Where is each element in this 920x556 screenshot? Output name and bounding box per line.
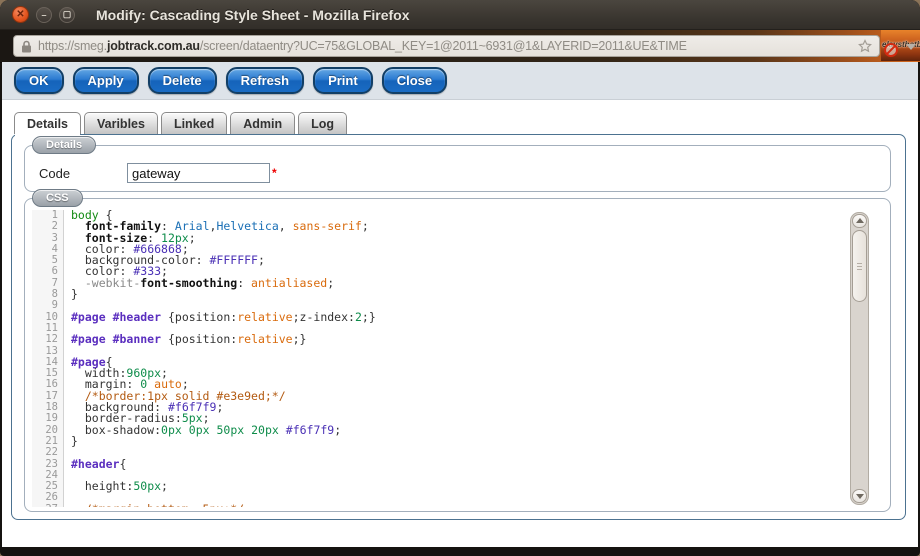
line-number: 27 (32, 504, 58, 507)
editor-scrollbar[interactable] (850, 212, 869, 505)
url-text: https://smeg.jobtrack.com.au/screen/data… (38, 39, 852, 53)
code-line: #page #header {position:relative;z-index… (71, 312, 883, 323)
tab-admin[interactable]: Admin (230, 112, 295, 134)
url-bar[interactable]: https://smeg.jobtrack.com.au/screen/data… (13, 35, 880, 57)
lock-icon (21, 40, 32, 53)
code-line (71, 447, 883, 458)
window-title: Modify: Cascading Style Sheet - Mozilla … (96, 7, 410, 23)
tab-details[interactable]: Details (14, 112, 81, 134)
line-number: 2 (32, 221, 58, 232)
action-toolbar: OK Apply Delete Refresh Print Close (2, 62, 918, 100)
details-fieldset: Details Code * (24, 145, 891, 192)
code-field-row: Code * (39, 163, 880, 183)
code-line: } (71, 289, 883, 300)
css-fieldset: CSS 123456789101112131415161718192021222… (24, 198, 891, 512)
tab-varibles[interactable]: Varibles (84, 112, 158, 134)
code-line: #page{ (71, 357, 883, 368)
tab-linked[interactable]: Linked (161, 112, 227, 134)
delete-button[interactable]: Delete (148, 67, 217, 94)
url-domain: jobtrack.com.au (107, 39, 200, 53)
scroll-up-arrow-icon[interactable] (852, 214, 867, 228)
line-number: 22 (32, 447, 58, 458)
code-line: box-shadow:0px 0px 50px 20px #f6f7f9; (71, 425, 883, 436)
line-number: 12 (32, 334, 58, 345)
persona-theme-area: elaysthatbite (881, 30, 920, 61)
scroll-down-arrow-icon[interactable] (852, 489, 867, 503)
apply-button[interactable]: Apply (73, 67, 139, 94)
navigation-bar: https://smeg.jobtrack.com.au/screen/data… (0, 30, 920, 63)
tab-log[interactable]: Log (298, 112, 347, 134)
line-number: 19 (32, 413, 58, 424)
code-line: background-color: #FFFFFF; (71, 255, 883, 266)
window-minimize-icon[interactable]: – (36, 7, 52, 23)
code-lines: body { font-family: Arial,Helvetica, san… (64, 210, 883, 507)
ok-button[interactable]: OK (14, 67, 64, 94)
details-panel: Details Code * CSS 123456789101112131415… (11, 134, 906, 520)
code-line: font-size: 12px; (71, 233, 883, 244)
line-number: 9 (32, 300, 58, 311)
chevron-down-icon[interactable] (906, 44, 916, 50)
url-path: /screen/dataentry?UC=75&GLOBAL_KEY=1@201… (200, 39, 687, 53)
code-line: /*margin-bottom: 5px;*/ (71, 504, 883, 507)
css-code-editor[interactable]: 1234567891011121314151617181920212223242… (32, 210, 883, 507)
print-button[interactable]: Print (313, 67, 373, 94)
code-line (71, 470, 883, 481)
close-button[interactable]: Close (382, 67, 447, 94)
details-legend: Details (32, 136, 96, 154)
line-number-gutter: 1234567891011121314151617181920212223242… (32, 210, 64, 507)
css-legend: CSS (32, 189, 83, 207)
bookmark-star-icon[interactable] (858, 39, 872, 53)
code-line: width:960px; (71, 368, 883, 379)
title-bar: ✕ – ▢ Modify: Cascading Style Sheet - Mo… (0, 0, 920, 30)
code-line: #header{ (71, 459, 883, 470)
page-content: OK Apply Delete Refresh Print Close Deta… (2, 62, 918, 547)
code-line (71, 346, 883, 357)
code-line: -webkit-font-smoothing: antialiased; (71, 278, 883, 289)
window-close-icon[interactable]: ✕ (12, 6, 29, 23)
window-maximize-icon[interactable]: ▢ (59, 7, 75, 23)
url-scheme: https://smeg. (38, 39, 107, 53)
code-input[interactable] (127, 163, 270, 183)
block-extension-icon[interactable] (884, 43, 898, 57)
code-label: Code (39, 166, 127, 181)
required-marker: * (272, 166, 277, 180)
code-line: height:50px; (71, 481, 883, 492)
code-line: } (71, 436, 883, 447)
code-line: #page #banner {position:relative;} (71, 334, 883, 345)
firefox-window: ✕ – ▢ Modify: Cascading Style Sheet - Mo… (0, 0, 920, 556)
tab-bar: Details Varibles Linked Admin Log (14, 112, 350, 134)
scrollbar-thumb[interactable] (852, 230, 867, 302)
refresh-button[interactable]: Refresh (226, 67, 304, 94)
